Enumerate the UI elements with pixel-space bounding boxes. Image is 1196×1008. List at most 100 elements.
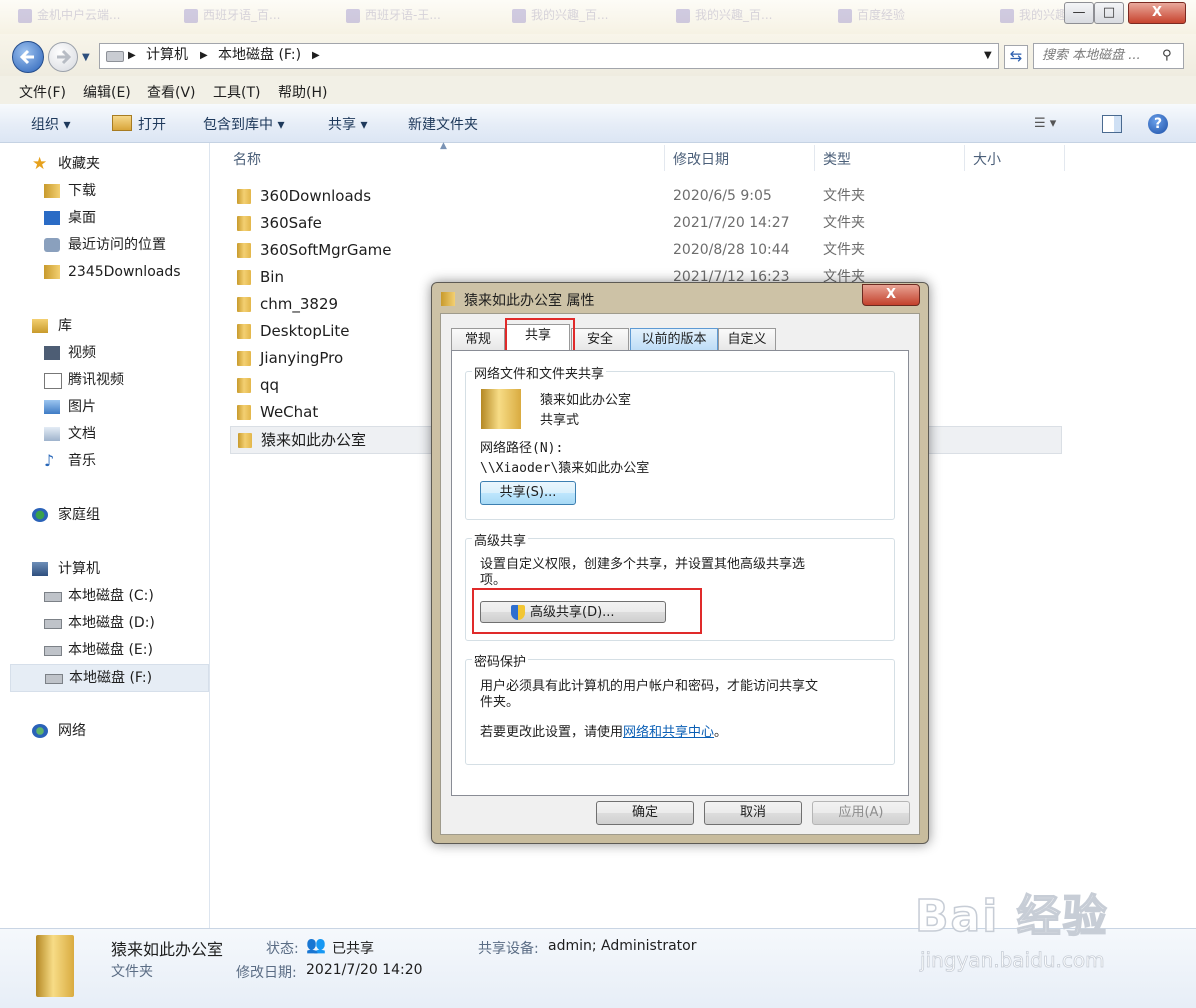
nav-item-pictures[interactable]: 图片 — [42, 394, 202, 420]
maximize-button[interactable]: □ — [1094, 2, 1124, 24]
new-folder-button[interactable]: 新建文件夹 — [408, 114, 478, 134]
recent-pages-icon[interactable]: ▼ — [82, 52, 90, 63]
dialog-close-button[interactable]: X — [862, 284, 920, 306]
tab-security[interactable]: 安全 — [571, 328, 629, 351]
tab-previous-versions[interactable]: 以前的版本 — [630, 328, 718, 351]
apply-button[interactable]: 应用(A) — [812, 801, 910, 825]
network-sharing-title: 网络文件和文件夹共享 — [472, 363, 607, 382]
details-shared-label: 共享设备: — [478, 941, 539, 957]
column-header-modified[interactable]: 修改日期 — [673, 149, 729, 169]
nav-drive-e[interactable]: 本地磁盘 (E:) — [42, 637, 202, 663]
share-menu-button[interactable]: 共享 ▾ — [328, 114, 367, 134]
file-row[interactable]: 360Safe 2021/7/20 14:27 文件夹 — [230, 210, 1060, 236]
open-button[interactable]: 打开 — [138, 114, 166, 134]
network-path-value: \\Xiaoder\猿来如此办公室 — [480, 461, 650, 476]
ghost-tab: 西班牙语-王... — [346, 6, 441, 26]
menu-view[interactable]: 查看(V) — [147, 82, 196, 102]
nav-drive-f[interactable]: 本地磁盘 (F:) — [10, 664, 209, 692]
nav-item-downloads[interactable]: 下载 — [42, 178, 202, 204]
ok-button[interactable]: 确定 — [596, 801, 694, 825]
minimize-button[interactable]: — — [1064, 2, 1094, 24]
folder-icon — [238, 433, 252, 448]
nav-homegroup[interactable]: 家庭组 — [32, 502, 202, 528]
navigation-pane: ★ 收藏夹 下载 桌面 最近访问的位置 2345Downloads 库 视频 腾讯… — [0, 143, 210, 928]
column-separator[interactable] — [1064, 145, 1065, 171]
column-header-size[interactable]: 大小 — [973, 149, 1001, 169]
details-name: 猿来如此办公室 — [111, 940, 224, 959]
tab-general[interactable]: 常规 — [451, 328, 505, 351]
highlight-box — [505, 318, 575, 354]
nav-drive-d[interactable]: 本地磁盘 (D:) — [42, 610, 202, 636]
desktop-icon — [44, 211, 60, 225]
breadcrumb-separator: ▶ — [128, 50, 136, 61]
column-separator[interactable] — [964, 145, 965, 171]
column-header-type[interactable]: 类型 — [823, 149, 851, 169]
folder-icon — [237, 405, 251, 420]
refresh-icon[interactable]: ⇆ — [1004, 45, 1028, 69]
address-bar[interactable]: ▶ 计算机 ▶ 本地磁盘 (F:) ▶ ▼ — [99, 43, 999, 69]
nav-item-desktop[interactable]: 桌面 — [42, 205, 202, 231]
password-change-text: 若要更改此设置，请使用网络和共享中心。 — [480, 725, 728, 740]
forward-button[interactable] — [48, 42, 78, 72]
recent-places-icon — [44, 238, 60, 252]
shared-users-icon: 👥 — [306, 935, 326, 954]
column-separator[interactable] — [814, 145, 815, 171]
menu-file[interactable]: 文件(F) — [19, 82, 66, 102]
breadcrumb-computer[interactable]: 计算机 — [146, 44, 188, 67]
document-icon — [44, 373, 62, 389]
nav-item-music[interactable]: ♪ 音乐 — [42, 448, 202, 474]
sort-ascending-icon: ▲ — [440, 141, 447, 151]
advanced-sharing-desc: 设置自定义权限，创建多个共享，并设置其他高级共享选 — [480, 557, 806, 572]
ghost-tab: 百度经验 — [838, 6, 905, 26]
download-folder-icon — [44, 184, 60, 198]
column-header-name[interactable]: 名称 — [233, 149, 261, 169]
nav-item-2345downloads[interactable]: 2345Downloads — [42, 259, 202, 285]
search-input[interactable]: 搜索 本地磁盘 ... ⚲ — [1033, 43, 1184, 69]
nav-item-recent[interactable]: 最近访问的位置 — [42, 232, 202, 258]
nav-favorites[interactable]: ★ 收藏夹 — [32, 151, 202, 177]
nav-libraries[interactable]: 库 — [32, 313, 202, 339]
back-button[interactable] — [12, 41, 44, 73]
breadcrumb-drive-f[interactable]: 本地磁盘 (F:) — [218, 44, 301, 67]
menu-edit[interactable]: 编辑(E) — [83, 82, 131, 102]
share-button[interactable]: 共享(S)... — [480, 481, 576, 505]
file-row[interactable]: 360SoftMgrGame 2020/8/28 10:44 文件夹 — [230, 237, 1060, 263]
large-folder-icon — [36, 935, 74, 997]
password-protection-title: 密码保护 — [472, 651, 529, 670]
search-icon[interactable]: ⚲ — [1162, 44, 1172, 67]
cancel-button[interactable]: 取消 — [704, 801, 802, 825]
window-titlebar: 金机中户云端... 西班牙语_百... 西班牙语-王... 我的兴趣_百... … — [0, 0, 1196, 34]
include-library-button[interactable]: 包含到库中 ▾ — [203, 114, 284, 134]
nav-item-tencent-video[interactable]: 腾讯视频 — [42, 367, 202, 393]
organize-button[interactable]: 组织 ▾ — [31, 114, 70, 134]
drive-icon — [106, 51, 124, 62]
close-button[interactable]: X — [1128, 2, 1186, 24]
menu-tools[interactable]: 工具(T) — [213, 82, 260, 102]
address-dropdown-icon[interactable]: ▼ — [984, 44, 992, 67]
documents-icon — [44, 427, 60, 441]
nav-computer[interactable]: 计算机 — [32, 556, 202, 582]
baidu-watermark: Bai 经验 — [914, 890, 1109, 943]
column-separator[interactable] — [664, 145, 665, 171]
help-icon[interactable]: ? — [1148, 114, 1168, 134]
menu-help[interactable]: 帮助(H) — [278, 82, 327, 102]
drive-icon — [44, 646, 62, 656]
view-options-icon[interactable]: ☰ ▾ — [1034, 116, 1056, 131]
nav-network[interactable]: 网络 — [32, 718, 202, 744]
folder-icon — [237, 216, 251, 231]
folder-icon — [237, 270, 251, 285]
ghost-tab: 我的兴趣_百... — [512, 6, 608, 26]
nav-item-documents[interactable]: 文档 — [42, 421, 202, 447]
homegroup-icon — [32, 508, 48, 522]
network-sharing-center-link[interactable]: 网络和共享中心 — [623, 725, 714, 740]
computer-icon — [32, 562, 48, 576]
nav-item-videos[interactable]: 视频 — [42, 340, 202, 366]
preview-pane-icon[interactable] — [1102, 115, 1122, 133]
details-state-label: 状态: — [266, 941, 299, 957]
nav-drive-c[interactable]: 本地磁盘 (C:) — [42, 583, 202, 609]
tab-customize[interactable]: 自定义 — [718, 328, 776, 351]
music-icon: ♪ — [44, 451, 55, 470]
file-row[interactable]: 360Downloads 2020/6/5 9:05 文件夹 — [230, 183, 1060, 209]
pictures-icon — [44, 400, 60, 414]
drive-icon — [45, 674, 63, 684]
